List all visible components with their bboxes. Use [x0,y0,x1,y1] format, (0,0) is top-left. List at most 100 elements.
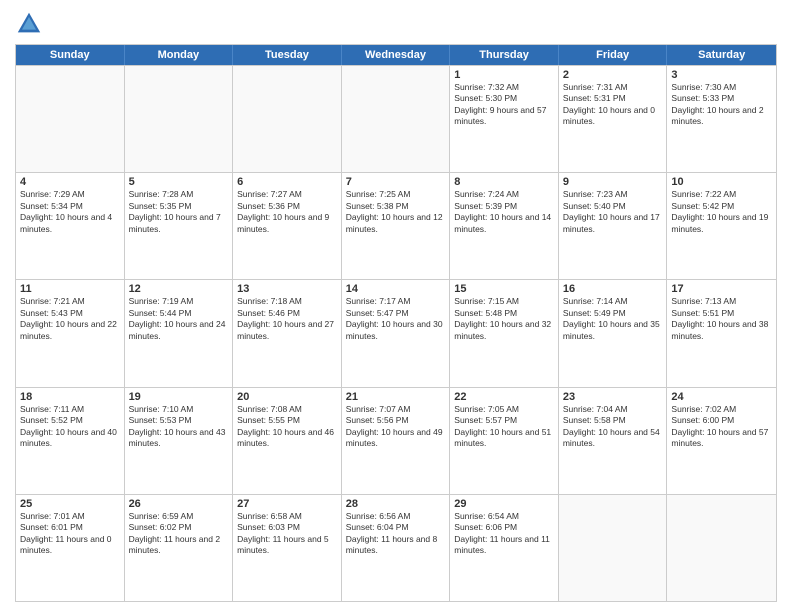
day-cell-5: 5Sunrise: 7:28 AM Sunset: 5:35 PM Daylig… [125,173,234,279]
day-info: Sunrise: 7:24 AM Sunset: 5:39 PM Dayligh… [454,189,554,235]
day-number: 22 [454,391,554,403]
day-info: Sunrise: 7:07 AM Sunset: 5:56 PM Dayligh… [346,404,446,450]
day-cell-27: 27Sunrise: 6:58 AM Sunset: 6:03 PM Dayli… [233,495,342,601]
header-day-tuesday: Tuesday [233,45,342,65]
day-info: Sunrise: 6:56 AM Sunset: 6:04 PM Dayligh… [346,511,446,557]
day-info: Sunrise: 7:02 AM Sunset: 6:00 PM Dayligh… [671,404,772,450]
day-number: 13 [237,283,337,295]
day-cell-12: 12Sunrise: 7:19 AM Sunset: 5:44 PM Dayli… [125,280,234,386]
day-number: 3 [671,69,772,81]
day-info: Sunrise: 7:19 AM Sunset: 5:44 PM Dayligh… [129,296,229,342]
day-cell-8: 8Sunrise: 7:24 AM Sunset: 5:39 PM Daylig… [450,173,559,279]
day-cell-18: 18Sunrise: 7:11 AM Sunset: 5:52 PM Dayli… [16,388,125,494]
empty-cell [16,66,125,172]
day-number: 4 [20,176,120,188]
day-cell-3: 3Sunrise: 7:30 AM Sunset: 5:33 PM Daylig… [667,66,776,172]
day-cell-28: 28Sunrise: 6:56 AM Sunset: 6:04 PM Dayli… [342,495,451,601]
day-number: 27 [237,498,337,510]
day-number: 2 [563,69,663,81]
day-number: 16 [563,283,663,295]
empty-cell [667,495,776,601]
day-number: 18 [20,391,120,403]
header-day-sunday: Sunday [16,45,125,65]
day-info: Sunrise: 7:29 AM Sunset: 5:34 PM Dayligh… [20,189,120,235]
day-number: 24 [671,391,772,403]
day-cell-19: 19Sunrise: 7:10 AM Sunset: 5:53 PM Dayli… [125,388,234,494]
calendar: SundayMondayTuesdayWednesdayThursdayFrid… [15,44,777,602]
day-info: Sunrise: 6:59 AM Sunset: 6:02 PM Dayligh… [129,511,229,557]
day-info: Sunrise: 7:27 AM Sunset: 5:36 PM Dayligh… [237,189,337,235]
header-day-saturday: Saturday [667,45,776,65]
calendar-row-5: 25Sunrise: 7:01 AM Sunset: 6:01 PM Dayli… [16,494,776,601]
day-cell-23: 23Sunrise: 7:04 AM Sunset: 5:58 PM Dayli… [559,388,668,494]
day-number: 25 [20,498,120,510]
day-number: 26 [129,498,229,510]
day-cell-20: 20Sunrise: 7:08 AM Sunset: 5:55 PM Dayli… [233,388,342,494]
day-cell-21: 21Sunrise: 7:07 AM Sunset: 5:56 PM Dayli… [342,388,451,494]
day-number: 23 [563,391,663,403]
day-number: 19 [129,391,229,403]
day-cell-10: 10Sunrise: 7:22 AM Sunset: 5:42 PM Dayli… [667,173,776,279]
header-day-monday: Monday [125,45,234,65]
day-number: 7 [346,176,446,188]
day-number: 17 [671,283,772,295]
day-info: Sunrise: 7:31 AM Sunset: 5:31 PM Dayligh… [563,82,663,128]
day-number: 12 [129,283,229,295]
day-number: 6 [237,176,337,188]
header-day-thursday: Thursday [450,45,559,65]
day-cell-24: 24Sunrise: 7:02 AM Sunset: 6:00 PM Dayli… [667,388,776,494]
day-info: Sunrise: 6:58 AM Sunset: 6:03 PM Dayligh… [237,511,337,557]
calendar-row-2: 4Sunrise: 7:29 AM Sunset: 5:34 PM Daylig… [16,172,776,279]
day-info: Sunrise: 7:32 AM Sunset: 5:30 PM Dayligh… [454,82,554,128]
day-info: Sunrise: 7:08 AM Sunset: 5:55 PM Dayligh… [237,404,337,450]
calendar-header: SundayMondayTuesdayWednesdayThursdayFrid… [16,45,776,65]
day-number: 21 [346,391,446,403]
day-cell-29: 29Sunrise: 6:54 AM Sunset: 6:06 PM Dayli… [450,495,559,601]
day-info: Sunrise: 7:11 AM Sunset: 5:52 PM Dayligh… [20,404,120,450]
day-number: 5 [129,176,229,188]
day-info: Sunrise: 7:25 AM Sunset: 5:38 PM Dayligh… [346,189,446,235]
day-cell-22: 22Sunrise: 7:05 AM Sunset: 5:57 PM Dayli… [450,388,559,494]
empty-cell [342,66,451,172]
day-number: 28 [346,498,446,510]
day-number: 15 [454,283,554,295]
day-cell-14: 14Sunrise: 7:17 AM Sunset: 5:47 PM Dayli… [342,280,451,386]
day-number: 8 [454,176,554,188]
day-cell-25: 25Sunrise: 7:01 AM Sunset: 6:01 PM Dayli… [16,495,125,601]
header-day-friday: Friday [559,45,668,65]
day-cell-2: 2Sunrise: 7:31 AM Sunset: 5:31 PM Daylig… [559,66,668,172]
day-cell-4: 4Sunrise: 7:29 AM Sunset: 5:34 PM Daylig… [16,173,125,279]
calendar-row-1: 1Sunrise: 7:32 AM Sunset: 5:30 PM Daylig… [16,65,776,172]
header [15,10,777,38]
day-cell-26: 26Sunrise: 6:59 AM Sunset: 6:02 PM Dayli… [125,495,234,601]
day-info: Sunrise: 7:22 AM Sunset: 5:42 PM Dayligh… [671,189,772,235]
day-cell-1: 1Sunrise: 7:32 AM Sunset: 5:30 PM Daylig… [450,66,559,172]
day-info: Sunrise: 7:28 AM Sunset: 5:35 PM Dayligh… [129,189,229,235]
day-info: Sunrise: 7:23 AM Sunset: 5:40 PM Dayligh… [563,189,663,235]
day-number: 10 [671,176,772,188]
day-info: Sunrise: 7:17 AM Sunset: 5:47 PM Dayligh… [346,296,446,342]
day-info: Sunrise: 7:05 AM Sunset: 5:57 PM Dayligh… [454,404,554,450]
day-number: 20 [237,391,337,403]
empty-cell [559,495,668,601]
day-cell-15: 15Sunrise: 7:15 AM Sunset: 5:48 PM Dayli… [450,280,559,386]
day-info: Sunrise: 7:15 AM Sunset: 5:48 PM Dayligh… [454,296,554,342]
day-number: 14 [346,283,446,295]
day-number: 11 [20,283,120,295]
logo-icon [15,10,43,38]
day-cell-17: 17Sunrise: 7:13 AM Sunset: 5:51 PM Dayli… [667,280,776,386]
page: SundayMondayTuesdayWednesdayThursdayFrid… [0,0,792,612]
day-cell-11: 11Sunrise: 7:21 AM Sunset: 5:43 PM Dayli… [16,280,125,386]
day-info: Sunrise: 7:18 AM Sunset: 5:46 PM Dayligh… [237,296,337,342]
logo [15,10,47,38]
day-number: 29 [454,498,554,510]
empty-cell [125,66,234,172]
day-number: 1 [454,69,554,81]
day-cell-7: 7Sunrise: 7:25 AM Sunset: 5:38 PM Daylig… [342,173,451,279]
day-cell-9: 9Sunrise: 7:23 AM Sunset: 5:40 PM Daylig… [559,173,668,279]
day-info: Sunrise: 7:10 AM Sunset: 5:53 PM Dayligh… [129,404,229,450]
calendar-row-4: 18Sunrise: 7:11 AM Sunset: 5:52 PM Dayli… [16,387,776,494]
day-info: Sunrise: 7:14 AM Sunset: 5:49 PM Dayligh… [563,296,663,342]
day-info: Sunrise: 6:54 AM Sunset: 6:06 PM Dayligh… [454,511,554,557]
day-cell-13: 13Sunrise: 7:18 AM Sunset: 5:46 PM Dayli… [233,280,342,386]
